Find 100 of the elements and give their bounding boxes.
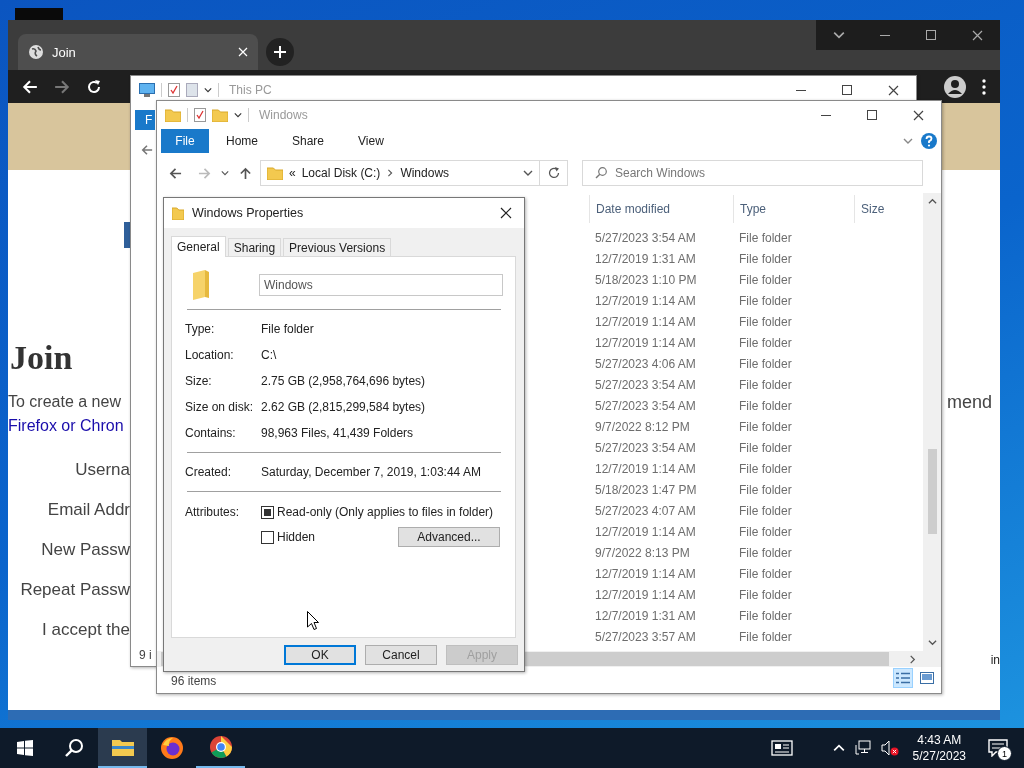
- expand-ribbon-icon[interactable]: [903, 136, 913, 146]
- ribbon-tab[interactable]: Share: [275, 129, 342, 153]
- table-cell-text: 5/27/2023 4:07 AM: [594, 503, 697, 518]
- dialog-button[interactable]: OK: [284, 645, 356, 665]
- message-icon: [988, 739, 1008, 757]
- table-cell-text: File folder: [738, 377, 793, 392]
- new-folder-icon: [212, 108, 228, 122]
- table-cell-text: 12/7/2019 1:14 AM: [594, 314, 697, 329]
- dialog-tab[interactable]: Previous Versions: [283, 238, 392, 256]
- taskbar-app[interactable]: [98, 728, 147, 768]
- maximize-icon[interactable]: [842, 85, 852, 95]
- notification-button[interactable]: 1: [984, 734, 1012, 762]
- close-icon: [887, 84, 899, 96]
- browser-link[interactable]: Firefox or Chron: [8, 414, 124, 438]
- dropdown-icon[interactable]: [204, 86, 212, 94]
- property-value: 98,963 Files, 41,439 Folders: [261, 426, 414, 440]
- property-label: Attributes:: [185, 505, 241, 519]
- table-cell-text: 5/27/2023 3:54 AM: [594, 377, 697, 392]
- chrome-icon: [208, 735, 233, 759]
- scroll-up-icon[interactable]: [927, 197, 937, 206]
- dialog-tab[interactable]: General: [171, 236, 226, 257]
- property-label: Type:: [185, 322, 216, 336]
- form-label: New Passw: [41, 539, 130, 561]
- table-cell-text: File folder: [738, 356, 793, 371]
- background-window: [15, 8, 63, 20]
- recent-dropdown-icon[interactable]: [221, 169, 229, 177]
- details-view-button[interactable]: [893, 668, 913, 688]
- profile-icon[interactable]: [944, 75, 966, 98]
- new-tab-button[interactable]: [266, 38, 294, 66]
- column-header[interactable]: Date modified: [589, 195, 733, 223]
- column-header[interactable]: Type: [733, 195, 854, 223]
- intro-text-end: mend: [946, 391, 992, 414]
- table-cell-text: 5/27/2023 3:57 AM: [594, 629, 697, 644]
- ribbon-tab[interactable]: Home: [209, 129, 275, 153]
- table-cell-text: File folder: [738, 398, 793, 413]
- advanced-button[interactable]: Advanced...: [398, 527, 500, 547]
- table-cell-text: 12/7/2019 1:14 AM: [594, 524, 697, 539]
- network-icon[interactable]: [854, 740, 871, 756]
- attribute-checkbox[interactable]: Read-only (Only applies to files in folder): [261, 505, 494, 519]
- file-menu-tab[interactable]: F: [135, 110, 155, 130]
- menu-icon[interactable]: [982, 78, 986, 95]
- close-icon[interactable]: [238, 47, 248, 57]
- news-icon[interactable]: [770, 740, 793, 756]
- table-cell-text: File folder: [738, 335, 793, 350]
- forward-icon[interactable]: [54, 78, 70, 95]
- properties-icon[interactable]: [194, 108, 206, 122]
- up-button[interactable]: [239, 166, 252, 180]
- reload-icon[interactable]: [86, 78, 102, 95]
- dropdown-icon[interactable]: [234, 111, 242, 119]
- table-cell-text: 12/7/2019 1:31 AM: [594, 251, 697, 266]
- scrollbar-thumb[interactable]: [927, 449, 937, 534]
- taskbar-clock[interactable]: 4:43 AM 5/27/2023: [912, 732, 966, 764]
- scroll-down-icon[interactable]: [927, 638, 937, 647]
- name-field[interactable]: Windows: [259, 274, 503, 296]
- property-label: Size:: [185, 374, 213, 388]
- property-label: Location:: [185, 348, 235, 362]
- scroll-right-icon[interactable]: [908, 654, 917, 664]
- back-button[interactable]: [169, 166, 182, 180]
- dialog-button[interactable]: Cancel: [365, 645, 437, 665]
- maximize-icon[interactable]: [867, 110, 877, 120]
- refresh-button[interactable]: [540, 160, 568, 186]
- table-cell-text: File folder: [738, 419, 793, 434]
- search-field[interactable]: Search Windows: [582, 160, 923, 186]
- table-cell-text: 9/7/2022 8:13 PM: [594, 545, 691, 560]
- mouse-pointer-icon: [307, 611, 319, 630]
- breadcrumb[interactable]: Windows: [400, 166, 450, 180]
- form-label: Repeat Passw: [20, 579, 130, 601]
- table-cell-text: 5/27/2023 4:06 AM: [594, 356, 697, 371]
- attribute-checkbox[interactable]: Hidden: [261, 530, 316, 544]
- properties-icon[interactable]: [168, 83, 180, 97]
- status-text: 96 items: [171, 674, 217, 688]
- clock-time: 4:43 AM: [917, 732, 962, 748]
- help-icon[interactable]: [921, 133, 937, 149]
- globe-icon: [28, 44, 44, 60]
- vertical-scrollbar[interactable]: [923, 193, 941, 651]
- fox-globe-icon: [159, 736, 184, 760]
- refresh-icon: [547, 167, 560, 179]
- volume-muted-icon[interactable]: [880, 740, 899, 756]
- search-icon: [63, 738, 84, 758]
- table-cell-text: 12/7/2019 1:14 AM: [594, 335, 697, 350]
- table-cell-text: File folder: [738, 524, 793, 539]
- computer-icon: [139, 83, 155, 97]
- table-cell-text: 5/18/2023 1:47 PM: [594, 482, 698, 497]
- table-cell-text: 12/7/2019 1:14 AM: [594, 587, 697, 602]
- page-heading: Join: [10, 338, 73, 378]
- window-title: This PC: [229, 83, 272, 97]
- browser-tab[interactable]: Join: [18, 34, 258, 70]
- breadcrumb[interactable]: Local Disk (C:): [301, 166, 381, 180]
- maximize-icon[interactable]: [926, 30, 936, 40]
- dropdown-icon[interactable]: [523, 168, 533, 178]
- dialog-tab[interactable]: Sharing: [227, 238, 282, 256]
- ribbon-tab[interactable]: View: [341, 129, 401, 153]
- close-icon: [500, 207, 512, 219]
- tab-title: Join: [52, 44, 77, 60]
- address-bar[interactable]: « Local Disk (C:) Windows: [260, 160, 540, 186]
- status-text: 9 i: [138, 648, 152, 664]
- file-menu-tab[interactable]: File: [161, 129, 209, 153]
- chevron-right-icon: [386, 169, 395, 177]
- show-hidden-icons-icon[interactable]: [832, 742, 845, 754]
- table-cell-text: File folder: [738, 566, 793, 581]
